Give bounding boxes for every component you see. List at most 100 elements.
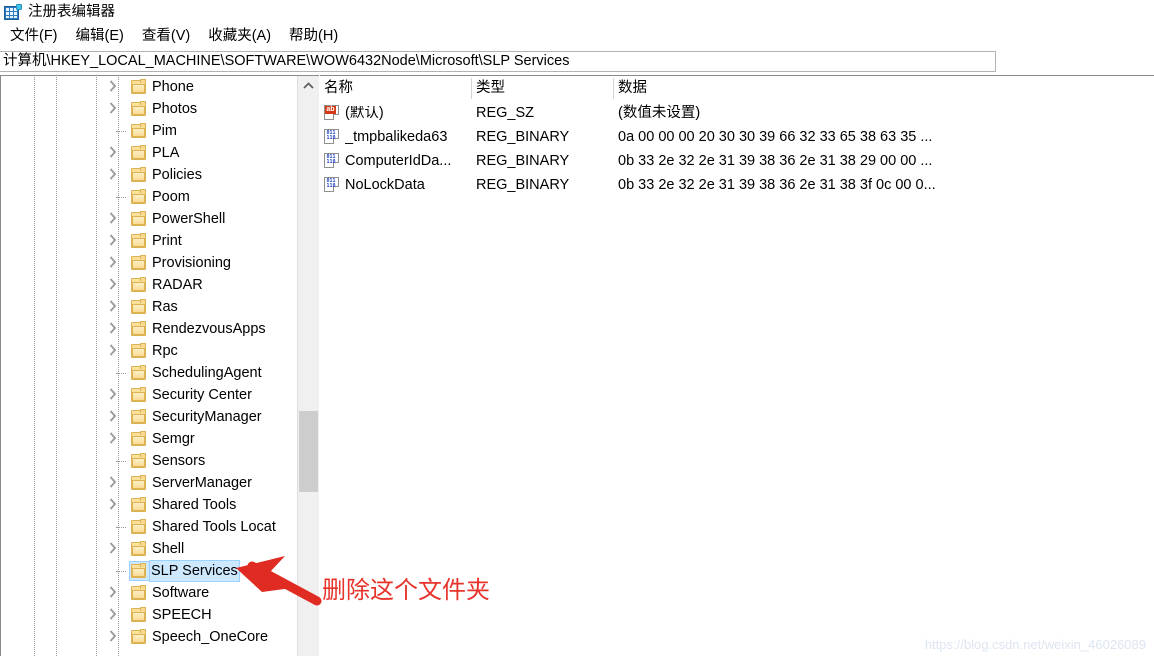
- folder-icon: [131, 497, 146, 512]
- tree-node-label: Provisioning: [152, 254, 231, 271]
- folder-icon: [131, 585, 146, 600]
- value-name: ComputerIdDa...: [345, 153, 452, 169]
- tree-node-label: Rpc: [152, 342, 178, 359]
- tree-node-speech-onecore[interactable]: Speech_OneCore: [1, 626, 297, 648]
- chevron-right-icon[interactable]: [109, 388, 125, 404]
- value-name: (默认): [345, 105, 384, 121]
- tree-node-powershell[interactable]: PowerShell: [1, 208, 297, 230]
- tree-node-label: Speech_OneCore: [152, 628, 269, 645]
- tree-node-policies[interactable]: Policies: [1, 164, 297, 186]
- binary-value-icon: 011 110: [324, 177, 340, 193]
- tree-node-software[interactable]: Software: [1, 582, 297, 604]
- chevron-right-icon[interactable]: [109, 410, 125, 426]
- chevron-right-icon[interactable]: [109, 476, 125, 492]
- folder-icon: [131, 387, 146, 402]
- menu-help[interactable]: 帮助(H): [285, 28, 346, 46]
- chevron-right-icon[interactable]: [109, 498, 125, 514]
- value-row[interactable]: 011 110 NoLockData REG_BINARY 0b 33 2e 32 2e…: [320, 173, 1154, 197]
- annotation-callout-text: 删除这个文件夹: [322, 576, 490, 604]
- tree-node-label: SLP Services: [149, 560, 240, 582]
- tree-node-slp-services[interactable]: SLP Services: [1, 560, 297, 582]
- tree-node-poom[interactable]: Poom: [1, 186, 297, 208]
- menu-view[interactable]: 查看(V): [138, 28, 198, 46]
- tree-node-shell[interactable]: Shell: [1, 538, 297, 560]
- folder-icon: [131, 519, 146, 534]
- chevron-right-icon[interactable]: [109, 80, 125, 96]
- chevron-right-icon[interactable]: [109, 586, 125, 602]
- tree-node-security-center[interactable]: Security Center: [1, 384, 297, 406]
- tree-node-label: ServerManager: [152, 474, 252, 491]
- tree-node-securitymanager[interactable]: SecurityManager: [1, 406, 297, 428]
- menu-edit[interactable]: 编辑(E): [72, 28, 132, 46]
- chevron-right-icon[interactable]: [109, 168, 125, 184]
- tree-node-label: Ras: [152, 298, 178, 315]
- column-header-name[interactable]: 名称: [320, 76, 472, 101]
- chevron-right-icon[interactable]: [109, 234, 125, 250]
- tree-node-print[interactable]: Print: [1, 230, 297, 252]
- column-header-type[interactable]: 类型: [472, 76, 614, 101]
- tree-node-label: Poom: [152, 188, 190, 205]
- chevron-right-icon[interactable]: [109, 300, 125, 316]
- tree-node-rendezvousapps[interactable]: RendezvousApps: [1, 318, 297, 340]
- tree-node-radar[interactable]: RADAR: [1, 274, 297, 296]
- tree-node-label: RADAR: [152, 276, 203, 293]
- chevron-up-icon[interactable]: [298, 76, 319, 95]
- tree-node-photos[interactable]: Photos: [1, 98, 297, 120]
- address-bar[interactable]: 计算机\HKEY_LOCAL_MACHINE\SOFTWARE\WOW6432N…: [0, 51, 996, 72]
- value-row[interactable]: 011 110 ComputerIdDa... REG_BINARY 0b 33 2e …: [320, 149, 1154, 173]
- chevron-right-icon[interactable]: [109, 146, 125, 162]
- tree-scrollbar-thumb[interactable]: [299, 411, 318, 492]
- chevron-right-icon[interactable]: [109, 102, 125, 118]
- tree-node-shared-tools[interactable]: Shared Tools: [1, 494, 297, 516]
- folder-icon: [131, 431, 146, 446]
- values-column-header: 名称 类型 数据: [320, 76, 1154, 101]
- folder-icon: [131, 233, 146, 248]
- tree-node-shared-tools-locat[interactable]: Shared Tools Locat: [1, 516, 297, 538]
- column-header-data[interactable]: 数据: [614, 76, 1154, 101]
- tree-node-ras[interactable]: Ras: [1, 296, 297, 318]
- value-data: 0a 00 00 00 20 30 30 39 66 32 33 65 38 6…: [618, 128, 933, 145]
- tree-node-label: SchedulingAgent: [152, 364, 262, 381]
- tree-vertical-scrollbar[interactable]: [297, 76, 319, 656]
- tree-scroll-viewport: Phone Photos Pim PLA Policies Poom PowerShell P…: [1, 76, 297, 656]
- folder-icon: [131, 365, 146, 380]
- tree-node-label: Pim: [152, 122, 177, 139]
- chevron-right-icon[interactable]: [109, 542, 125, 558]
- binary-value-icon: 011 110: [324, 129, 340, 145]
- chevron-right-icon[interactable]: [109, 322, 125, 338]
- tree-node-servermanager[interactable]: ServerManager: [1, 472, 297, 494]
- chevron-right-icon[interactable]: [109, 256, 125, 272]
- column-header-name-label: 名称: [324, 80, 353, 97]
- tree-leaf-connector: [116, 450, 127, 472]
- tree-node-phone[interactable]: Phone: [1, 76, 297, 98]
- folder-icon: [131, 101, 146, 116]
- menu-file[interactable]: 文件(F): [6, 28, 66, 46]
- chevron-right-icon[interactable]: [109, 432, 125, 448]
- value-row[interactable]: 011 110 _tmpbalikeda63 REG_BINARY 0a 00 00 0…: [320, 125, 1154, 149]
- tree-node-provisioning[interactable]: Provisioning: [1, 252, 297, 274]
- chevron-right-icon[interactable]: [109, 630, 125, 646]
- tree-node-schedulingagent[interactable]: SchedulingAgent: [1, 362, 297, 384]
- chevron-right-icon[interactable]: [109, 212, 125, 228]
- value-row[interactable]: ab (默认) REG_SZ (数值未设置): [320, 101, 1154, 125]
- window-title: 注册表编辑器: [28, 3, 115, 20]
- chevron-right-icon[interactable]: [109, 278, 125, 294]
- menu-favorites[interactable]: 收藏夹(A): [204, 28, 279, 46]
- watermark: https://blog.csdn.net/weixin_46026089: [924, 637, 1146, 652]
- chevron-right-icon[interactable]: [109, 608, 125, 624]
- tree-node-label: Print: [152, 232, 182, 249]
- tree-node-speech[interactable]: SPEECH: [1, 604, 297, 626]
- folder-icon: [131, 255, 146, 270]
- tree-node-sensors[interactable]: Sensors: [1, 450, 297, 472]
- chevron-right-icon[interactable]: [109, 344, 125, 360]
- folder-icon: [131, 607, 146, 622]
- tree-node-label: Policies: [152, 166, 202, 183]
- folder-icon: [131, 563, 146, 578]
- tree-node-pim[interactable]: Pim: [1, 120, 297, 142]
- folder-icon: [131, 211, 146, 226]
- registry-editor-icon: [4, 3, 22, 21]
- tree-node-semgr[interactable]: Semgr: [1, 428, 297, 450]
- tree-node-pla[interactable]: PLA: [1, 142, 297, 164]
- tree-node-rpc[interactable]: Rpc: [1, 340, 297, 362]
- value-name: _tmpbalikeda63: [345, 129, 448, 145]
